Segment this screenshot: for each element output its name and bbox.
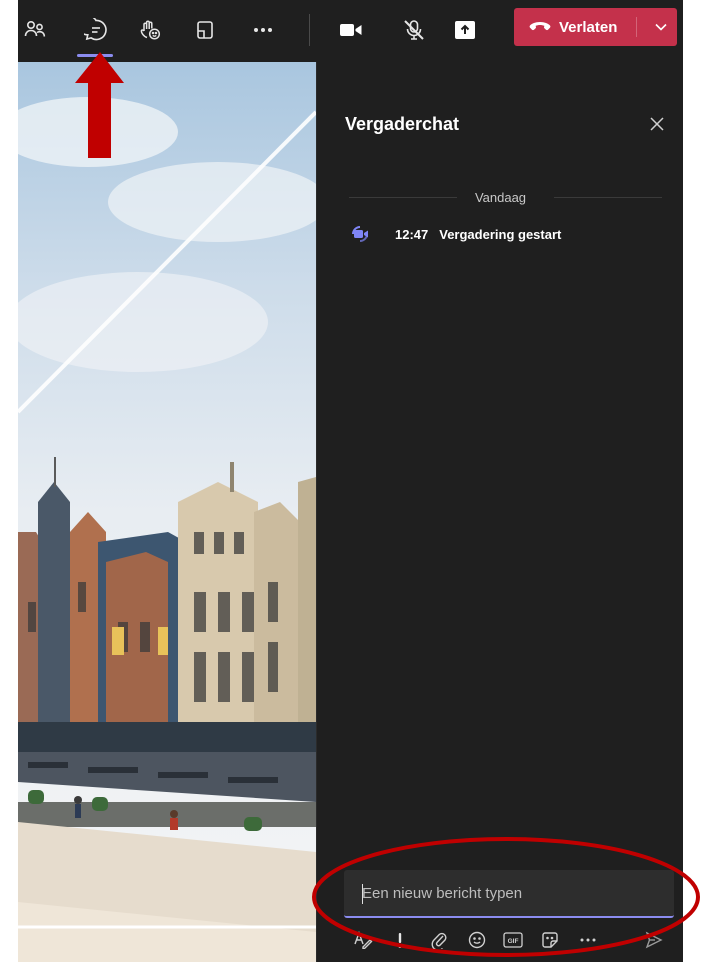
hang-up-icon xyxy=(529,22,551,31)
leave-options-button[interactable] xyxy=(644,8,677,46)
compose-toolbar: GIF xyxy=(344,924,674,954)
close-icon xyxy=(650,117,664,131)
send-button[interactable] xyxy=(642,928,666,952)
message-input[interactable] xyxy=(344,870,674,916)
important-icon xyxy=(398,933,402,948)
gif-button[interactable]: GIF xyxy=(501,928,525,952)
reactions-button[interactable] xyxy=(133,13,167,47)
meeting-toolbar: Verlaten xyxy=(18,0,683,62)
close-panel-button[interactable] xyxy=(645,112,669,136)
chat-button[interactable] xyxy=(77,13,113,57)
chat-icon xyxy=(84,18,107,41)
people-icon xyxy=(24,20,46,37)
camera-button[interactable] xyxy=(334,13,368,47)
attach-icon xyxy=(431,932,447,949)
sticker-icon xyxy=(542,932,558,948)
event-text: Vergadering gestart xyxy=(439,226,562,242)
important-button[interactable] xyxy=(388,928,412,952)
chat-active-indicator xyxy=(77,54,113,57)
send-icon xyxy=(645,931,663,949)
more-button[interactable] xyxy=(246,13,280,47)
share-icon xyxy=(455,21,475,39)
event-time: 12:47 xyxy=(395,226,429,242)
more-icon xyxy=(254,28,272,32)
mic-button[interactable] xyxy=(397,13,431,47)
more-options-icon xyxy=(580,938,596,942)
shared-video-background xyxy=(18,62,316,962)
format-button[interactable] xyxy=(351,928,375,952)
chevron-down-icon xyxy=(654,23,667,31)
emoji-button[interactable] xyxy=(465,928,489,952)
teams-meeting-window: Verlaten Vergaderchat Vandaag 12:47 Verg… xyxy=(18,0,683,962)
chat-event-item: 12:47 Vergadering gestart xyxy=(351,225,561,243)
leave-separator xyxy=(636,17,637,37)
leave-button[interactable]: Verlaten xyxy=(514,8,677,46)
panel-title: Vergaderchat xyxy=(345,114,460,134)
market-square-photo xyxy=(18,62,316,962)
emoji-icon xyxy=(468,931,486,949)
camera-icon xyxy=(340,24,362,36)
leave-main-button[interactable]: Verlaten xyxy=(514,8,617,46)
toolbar-divider xyxy=(309,14,310,46)
people-button[interactable] xyxy=(18,13,52,47)
day-separator-line-right xyxy=(554,197,662,198)
gif-icon: GIF xyxy=(503,932,523,948)
format-icon xyxy=(354,931,373,949)
svg-text:GIF: GIF xyxy=(508,938,519,945)
sticker-button[interactable] xyxy=(538,928,562,952)
attach-button[interactable] xyxy=(427,928,451,952)
rooms-icon xyxy=(197,21,213,39)
meeting-chat-panel: Vergaderchat Vandaag 12:47 Vergadering g… xyxy=(316,62,683,962)
more-options-button[interactable] xyxy=(576,928,600,952)
meeting-video-icon xyxy=(352,226,368,242)
raise-hand-icon xyxy=(140,20,161,40)
leave-label: Verlaten xyxy=(559,18,618,36)
message-compose-box[interactable] xyxy=(344,870,674,918)
mic-off-icon xyxy=(404,20,424,40)
rooms-button[interactable] xyxy=(188,13,222,47)
share-button[interactable] xyxy=(448,13,482,47)
text-caret xyxy=(362,884,363,904)
